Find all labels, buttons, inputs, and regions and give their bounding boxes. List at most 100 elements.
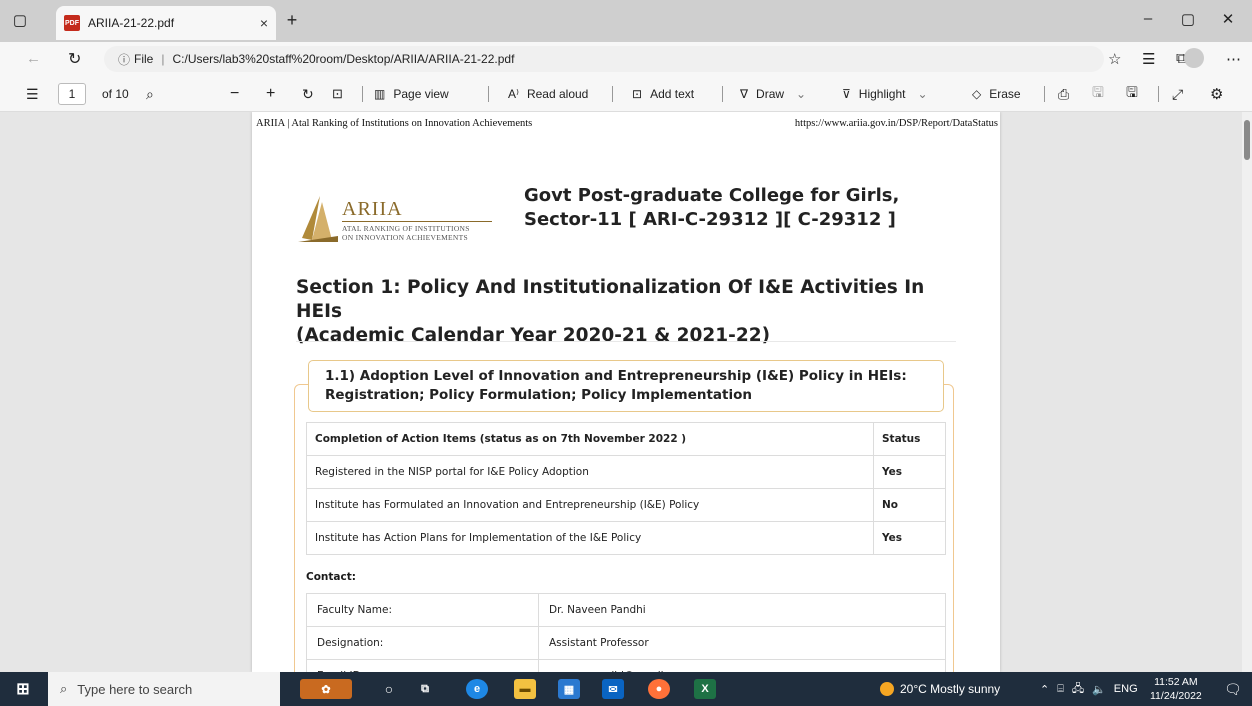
- search-icon[interactable]: ⌕: [146, 76, 154, 112]
- close-window-button[interactable]: ✕: [1208, 10, 1248, 28]
- add-text-icon: ⊡: [632, 87, 643, 101]
- toolbar-divider: [362, 86, 363, 102]
- read-aloud-button[interactable]: A⁾ Read aloud: [508, 76, 588, 112]
- search-icon: ⌕: [60, 681, 68, 696]
- profile-avatar[interactable]: [1184, 48, 1204, 68]
- toolbar-divider: [612, 86, 613, 102]
- windows-start-icon[interactable]: ⊞: [12, 679, 34, 699]
- draw-label: Draw: [756, 87, 785, 101]
- task-view-icon[interactable]: ⧉: [414, 679, 436, 699]
- url-separator: |: [161, 52, 165, 66]
- table-row: Institute has Action Plans for Implement…: [306, 521, 946, 555]
- contents-icon[interactable]: ☰: [26, 76, 39, 112]
- table-row: Registered in the NISP portal for I&E Po…: [306, 455, 946, 489]
- chevron-down-icon[interactable]: ⌄: [918, 87, 928, 101]
- system-tray: ⌃ ⌸ 🖧 🔈 ENG: [1040, 672, 1138, 706]
- scrollbar-thumb[interactable]: [1244, 120, 1250, 160]
- page-view-button[interactable]: ▥ Page view: [374, 76, 449, 112]
- page-total: of 10: [102, 87, 129, 101]
- logo-underline: [342, 221, 492, 222]
- notification-icon[interactable]: 🗨: [1224, 681, 1242, 698]
- tray-chevron-up-icon[interactable]: ⌃: [1040, 683, 1049, 696]
- meet-now-icon[interactable]: ⌸: [1057, 683, 1064, 696]
- contact-key: Designation:: [306, 626, 539, 660]
- save-icon[interactable]: 🖫: [1092, 76, 1104, 112]
- weather-widget[interactable]: 20°C Mostly sunny: [880, 672, 1000, 706]
- cortana-icon[interactable]: ○: [378, 679, 400, 699]
- restore-button[interactable]: ▢: [1168, 10, 1208, 28]
- browser-tab[interactable]: PDF ARIIA-21-22.pdf ×: [56, 6, 276, 40]
- add-text-button[interactable]: ⊡ Add text: [632, 76, 694, 112]
- firefox-icon[interactable]: ●: [648, 679, 670, 699]
- favorite-star-icon[interactable]: ☆: [1108, 50, 1121, 68]
- clock[interactable]: 11:52 AM 11/24/2022: [1150, 675, 1202, 703]
- edge-browser-icon[interactable]: e: [466, 679, 488, 699]
- minimize-button[interactable]: –: [1128, 10, 1168, 27]
- section-divider: [296, 341, 956, 342]
- erase-label: Erase: [989, 87, 1021, 101]
- highlight-icon: ⊽: [842, 87, 851, 101]
- fit-page-icon[interactable]: ⊡: [332, 76, 343, 112]
- close-tab-icon[interactable]: ×: [260, 15, 268, 31]
- logo-brand: ARIIA: [342, 198, 403, 220]
- page-number-field[interactable]: 1: [58, 76, 86, 112]
- search-placeholder: Type here to search: [77, 681, 193, 697]
- highlight-button[interactable]: ⊽ Highlight ⌄: [842, 76, 928, 112]
- url-scheme-label: File: [134, 52, 154, 66]
- tab-actions-icon[interactable]: ▢: [10, 10, 30, 30]
- volume-icon[interactable]: 🔈: [1092, 683, 1106, 696]
- taskbar-search[interactable]: ⌕ Type here to search: [48, 672, 280, 706]
- logo-subtitle: ATAL RANKING OF INSTITUTIONS ON INNOVATI…: [342, 224, 470, 242]
- refresh-icon[interactable]: ↻: [68, 49, 81, 69]
- address-bar[interactable]: ⓘ File | C:/Users/lab3%20staff%20room/De…: [104, 46, 1104, 72]
- vertical-scrollbar[interactable]: [1242, 112, 1252, 672]
- row-item: Institute has Action Plans for Implement…: [306, 521, 874, 555]
- row-item: Institute has Formulated an Innovation a…: [306, 488, 874, 522]
- pdf-toolbar: ☰ 1 of 10 ⌕ − + ↻ ⊡ ▥ Page view A⁾ Read …: [0, 76, 1252, 112]
- store-icon[interactable]: ▦: [558, 679, 580, 699]
- policy-card-title: 1.1) Adoption Level of Innovation and En…: [308, 360, 944, 412]
- page-view-icon: ▥: [374, 87, 386, 101]
- section-title: Section 1: Policy And Institutionalizati…: [296, 276, 956, 348]
- erase-button[interactable]: ◇ Erase: [972, 76, 1021, 112]
- file-explorer-icon[interactable]: ▬: [514, 679, 536, 699]
- logo-sub-line1: ATAL RANKING OF INSTITUTIONS: [342, 224, 470, 233]
- ariia-logo: ARIIA ATAL RANKING OF INSTITUTIONS ON IN…: [298, 196, 498, 246]
- excel-icon[interactable]: X: [694, 679, 716, 699]
- page-number-input[interactable]: 1: [58, 83, 86, 105]
- toolbar-divider: [722, 86, 723, 102]
- contact-key: Email ID:: [306, 659, 539, 672]
- more-menu-icon[interactable]: ⋯: [1226, 50, 1241, 68]
- table-row: Institute has Formulated an Innovation a…: [306, 488, 946, 522]
- mail-icon[interactable]: ✉: [602, 679, 624, 699]
- pdf-viewer[interactable]: ARIIA | Atal Ranking of Institutions on …: [0, 112, 1252, 672]
- favorites-icon[interactable]: ☰: [1142, 50, 1155, 68]
- draw-button[interactable]: ∇ Draw ⌄: [740, 76, 806, 112]
- info-icon[interactable]: ⓘ: [118, 51, 130, 68]
- search-highlight-icon[interactable]: ✿: [300, 679, 352, 699]
- clock-date: 11/24/2022: [1150, 690, 1202, 702]
- status-table: Completion of Action Items (status as on…: [306, 422, 946, 555]
- contact-label: Contact:: [306, 571, 356, 583]
- weather-text: 20°C Mostly sunny: [900, 682, 1001, 696]
- new-tab-button[interactable]: +: [280, 10, 304, 30]
- zoom-in-icon[interactable]: +: [266, 76, 275, 112]
- save-as-icon[interactable]: 🖫: [1126, 76, 1138, 112]
- contact-value: Dr. Naveen Pandhi: [538, 593, 946, 627]
- contact-value: Assistant Professor: [538, 626, 946, 660]
- settings-gear-icon[interactable]: ⚙: [1210, 76, 1223, 112]
- taskbar: ⊞ ⌕ Type here to search ✿ ○ ⧉ e ▬ ▦ ✉ ● …: [0, 672, 1252, 706]
- chevron-down-icon[interactable]: ⌄: [796, 87, 806, 101]
- zoom-out-icon[interactable]: −: [230, 76, 239, 112]
- page-header-right: https://www.ariia.gov.in/DSP/Report/Data…: [794, 118, 998, 129]
- section-line1: Section 1: Policy And Institutionalizati…: [296, 277, 925, 322]
- fullscreen-icon[interactable]: ⤢: [1172, 76, 1183, 112]
- network-icon[interactable]: 🖧: [1072, 680, 1084, 699]
- contact-key: Faculty Name:: [306, 593, 539, 627]
- rotate-icon[interactable]: ↻: [302, 76, 314, 112]
- back-arrow-icon[interactable]: ←: [26, 50, 41, 67]
- toolbar-divider: [488, 86, 489, 102]
- print-icon[interactable]: ⎙: [1058, 76, 1069, 112]
- read-aloud-icon: A⁾: [508, 87, 519, 101]
- language-indicator[interactable]: ENG: [1114, 683, 1138, 695]
